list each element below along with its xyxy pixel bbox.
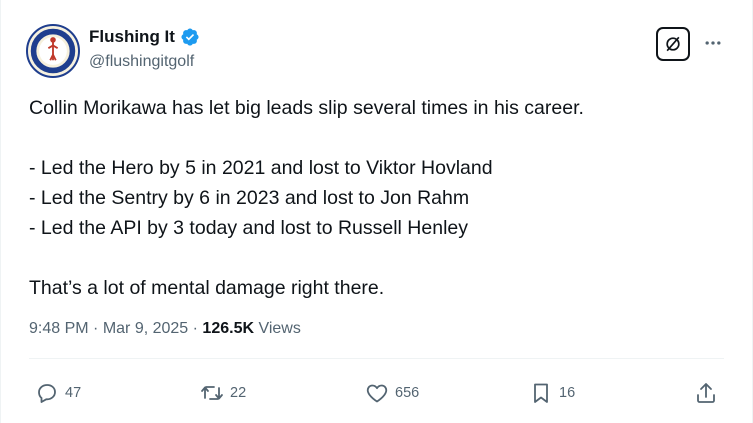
reply-count: 47	[65, 385, 82, 401]
share-icon	[697, 383, 715, 403]
tweet-line: Collin Morikawa has let big leads slip s…	[29, 97, 584, 119]
tweet-card: Flushing It @flushingitgolf Collin Morik…	[0, 0, 753, 423]
tweet-meta: 9:48 PM · Mar 9, 2025 · 126.5K Views	[29, 320, 301, 338]
more-icon	[705, 41, 721, 45]
repost-button[interactable]: 22	[200, 379, 246, 407]
reply-button[interactable]: 47	[35, 379, 81, 407]
tweet-time[interactable]: 9:48 PM	[29, 320, 89, 337]
meta-separator: ·	[188, 320, 203, 337]
flushing-it-logo	[29, 27, 77, 75]
bookmark-count: 16	[559, 385, 576, 401]
views-label: Views	[254, 320, 301, 337]
author-name-text: Flushing It	[89, 27, 175, 46]
tweet-date[interactable]: Mar 9, 2025	[103, 320, 188, 337]
avatar[interactable]	[26, 24, 80, 78]
repost-icon	[201, 386, 223, 400]
share-button[interactable]	[694, 379, 724, 407]
views-count[interactable]: 126.5K	[202, 320, 254, 337]
divider	[29, 358, 724, 359]
author-name[interactable]: Flushing It	[89, 27, 200, 47]
like-icon	[366, 384, 388, 403]
tweet-line: - Led the Hero by 5 in 2021 and lost to …	[29, 157, 493, 179]
tweet-line	[29, 123, 729, 153]
tweet-line: - Led the API by 3 today and lost to Rus…	[29, 217, 469, 239]
tweet-text: Collin Morikawa has let big leads slip s…	[29, 93, 729, 303]
reply-icon	[38, 384, 56, 403]
like-button[interactable]: 656	[365, 379, 419, 407]
verified-badge-icon	[180, 27, 200, 47]
grok-icon	[666, 36, 680, 52]
tweet-line: - Led the Sentry by 6 in 2023 and lost t…	[29, 187, 470, 209]
like-count: 656	[395, 385, 420, 401]
tweet-line	[29, 243, 729, 273]
bookmark-button[interactable]: 16	[529, 379, 575, 407]
bookmark-icon	[534, 383, 548, 403]
meta-separator: ·	[88, 320, 103, 337]
author-handle[interactable]: @flushingitgolf	[89, 53, 194, 71]
grok-button[interactable]	[656, 27, 690, 61]
repost-count: 22	[230, 385, 247, 401]
tweet-line: That’s a lot of mental damage right ther…	[29, 277, 385, 299]
more-options-button[interactable]	[702, 32, 724, 54]
